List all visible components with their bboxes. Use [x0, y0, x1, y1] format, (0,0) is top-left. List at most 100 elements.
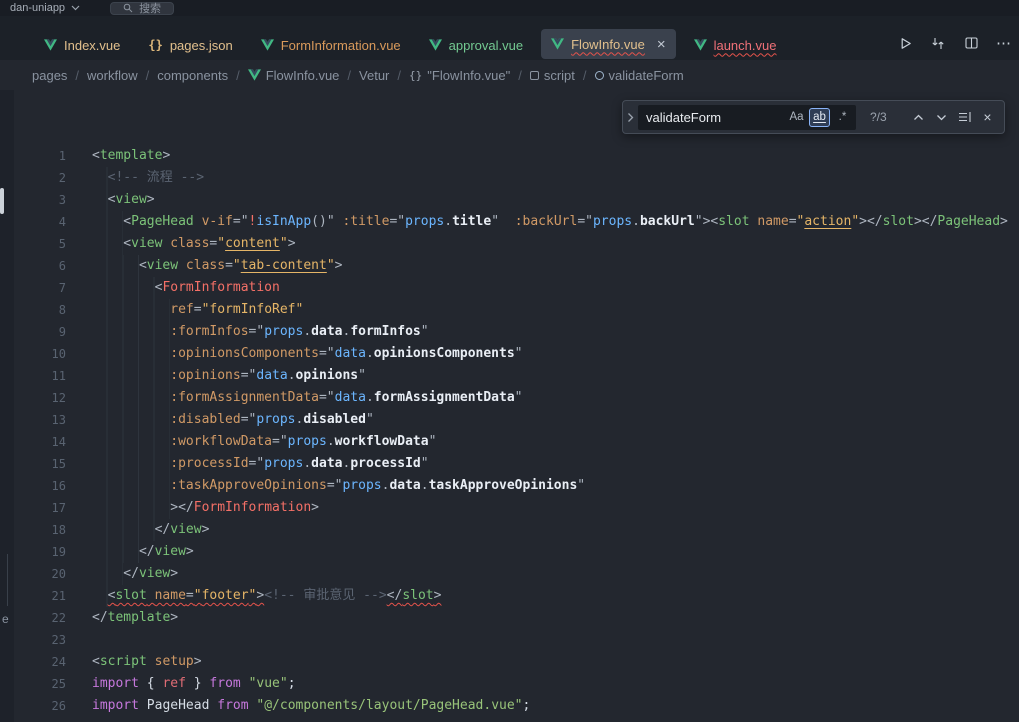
tab-approval-vue[interactable]: approval.vue: [419, 30, 533, 60]
line-number: 3: [14, 189, 66, 211]
code-line-21[interactable]: 21<slot name="footer"><!-- 审批意见 --></slo…: [14, 585, 1019, 607]
symbol-module-icon: [530, 71, 539, 80]
editor-actions: ⋯: [896, 34, 1015, 52]
line-number: 7: [14, 277, 66, 299]
code-line-9[interactable]: 9:formInfos="props.data.formInfos": [14, 321, 1019, 343]
code-line-13[interactable]: 13:disabled="props.disabled": [14, 409, 1019, 431]
tab-index-vue[interactable]: Index.vue: [34, 30, 130, 60]
code-line-7[interactable]: 7<FormInformation: [14, 277, 1019, 299]
breadcrumb-separator: /: [146, 68, 150, 83]
line-number: 1: [14, 145, 66, 167]
left-gutter-strip: e: [0, 90, 14, 722]
chevron-down-icon: [936, 114, 947, 121]
code-line-19[interactable]: 19</view>: [14, 541, 1019, 563]
code-line-8[interactable]: 8ref="formInfoRef": [14, 299, 1019, 321]
tab-label: FormInformation.vue: [281, 38, 401, 53]
breadcrumb-item--flowinfo-vue-[interactable]: {}"FlowInfo.vue": [409, 68, 510, 83]
breadcrumb-item-components[interactable]: components: [157, 68, 228, 83]
breadcrumb-item-validateform[interactable]: validateForm: [595, 68, 684, 83]
braces-icon: {}: [409, 69, 422, 82]
code-line-23[interactable]: 23: [14, 629, 1019, 651]
code-area: 1<template>2<!-- 流程 -->3<view>4<PageHead…: [14, 90, 1019, 722]
more-actions-button[interactable]: ⋯: [995, 34, 1013, 52]
tab-label: Index.vue: [64, 38, 120, 53]
breadcrumb-separator: /: [397, 68, 401, 83]
line-number: 21: [14, 585, 66, 607]
code-line-14[interactable]: 14:workflowData="props.workflowData": [14, 431, 1019, 453]
code-line-11[interactable]: 11:opinions="data.opinions": [14, 365, 1019, 387]
code-line-22[interactable]: 22</template>: [14, 607, 1019, 629]
code-line-2[interactable]: 2<!-- 流程 -->: [14, 167, 1019, 189]
breadcrumb-item-pages[interactable]: pages: [32, 68, 67, 83]
line-number: 18: [14, 519, 66, 541]
code-line-18[interactable]: 18</view>: [14, 519, 1019, 541]
close-find-icon[interactable]: ×: [977, 107, 998, 128]
tab-flowinfo-vue[interactable]: FlowInfo.vue×: [541, 29, 675, 59]
search-placeholder: 搜索: [139, 0, 161, 16]
search-icon: [123, 3, 133, 13]
line-number: 14: [14, 431, 66, 453]
divider: [7, 554, 8, 606]
vue-icon: [248, 69, 261, 81]
search-box[interactable]: 搜索: [110, 2, 174, 15]
find-in-selection-button[interactable]: [954, 107, 975, 128]
code-line-16[interactable]: 16:taskApproveOpinions="props.data.taskA…: [14, 475, 1019, 497]
tab-pages-json[interactable]: {}pages.json: [138, 30, 242, 60]
code-line-25[interactable]: 25import { ref } from "vue";: [14, 673, 1019, 695]
tab-forminformation-vue[interactable]: FormInformation.vue: [251, 30, 411, 60]
stray-text: e: [2, 612, 9, 626]
next-match-button[interactable]: [931, 107, 952, 128]
match-case-button[interactable]: Aa: [786, 108, 807, 127]
code-line-26[interactable]: 26import PageHead from "@/components/lay…: [14, 695, 1019, 717]
line-number: 5: [14, 233, 66, 255]
line-number: 17: [14, 497, 66, 519]
code-line-6[interactable]: 6<view class="tab-content">: [14, 255, 1019, 277]
find-input[interactable]: [638, 110, 756, 125]
tab-bar: Index.vue {}pages.json FormInformation.vue…: [0, 29, 896, 60]
breadcrumb-item-script[interactable]: script: [530, 68, 575, 83]
code-line-10[interactable]: 10:opinionsComponents="data.opinionsComp…: [14, 343, 1019, 365]
find-options: Aa ab .*: [786, 108, 856, 127]
code-line-3[interactable]: 3<view>: [14, 189, 1019, 211]
chevron-up-icon: [913, 114, 924, 121]
breadcrumb-separator: /: [583, 68, 587, 83]
workspace-name: dan-uniapp: [10, 2, 65, 14]
code-line-24[interactable]: 24<script setup>: [14, 651, 1019, 673]
breadcrumb-separator: /: [75, 68, 79, 83]
open-changes-icon[interactable]: [929, 34, 947, 52]
previous-match-button[interactable]: [908, 107, 929, 128]
title-bar: dan-uniapp 搜索: [0, 0, 1019, 16]
find-input-box[interactable]: Aa ab .*: [638, 105, 856, 130]
tab-label: launch.vue: [714, 38, 777, 53]
breadcrumb-item-workflow[interactable]: workflow: [87, 68, 138, 83]
breadcrumb-item-flowinfo-vue[interactable]: FlowInfo.vue: [248, 68, 340, 83]
vue-icon: [429, 39, 442, 51]
code-line-17[interactable]: 17></FormInformation>: [14, 497, 1019, 519]
breadcrumb-separator: /: [236, 68, 240, 83]
line-number: 13: [14, 409, 66, 431]
run-button[interactable]: [896, 34, 914, 52]
selection-lines-icon: [958, 111, 972, 123]
regex-button[interactable]: .*: [832, 108, 853, 127]
breadcrumb-item-vetur[interactable]: Vetur: [359, 68, 389, 83]
code-line-20[interactable]: 20</view>: [14, 563, 1019, 585]
split-editor-button[interactable]: [962, 34, 980, 52]
code-line-5[interactable]: 5<view class="content">: [14, 233, 1019, 255]
line-number: 8: [14, 299, 66, 321]
line-number: 26: [14, 695, 66, 717]
tab-launch-vue[interactable]: launch.vue: [684, 30, 787, 60]
editor: e 1<template>2<!-- 流程 -->3<view>4<PageHe…: [0, 90, 1019, 722]
workspace-menu[interactable]: dan-uniapp: [10, 2, 80, 14]
close-tab-icon[interactable]: ×: [657, 37, 666, 52]
find-match-count: ?/3: [870, 110, 898, 124]
scrollbar-thumb[interactable]: [0, 188, 4, 214]
code-line-15[interactable]: 15:processId="props.data.processId": [14, 453, 1019, 475]
line-number: 12: [14, 387, 66, 409]
whole-word-button[interactable]: ab: [809, 108, 830, 127]
find-widget: Aa ab .* ?/3 ×: [622, 100, 1005, 134]
code-line-12[interactable]: 12:formAssignmentData="data.formAssignme…: [14, 387, 1019, 409]
code-line-4[interactable]: 4<PageHead v-if="!isInApp()" :title="pro…: [14, 211, 1019, 233]
line-number: 24: [14, 651, 66, 673]
toggle-replace-button[interactable]: [623, 101, 638, 133]
code-line-1[interactable]: 1<template>: [14, 145, 1019, 167]
